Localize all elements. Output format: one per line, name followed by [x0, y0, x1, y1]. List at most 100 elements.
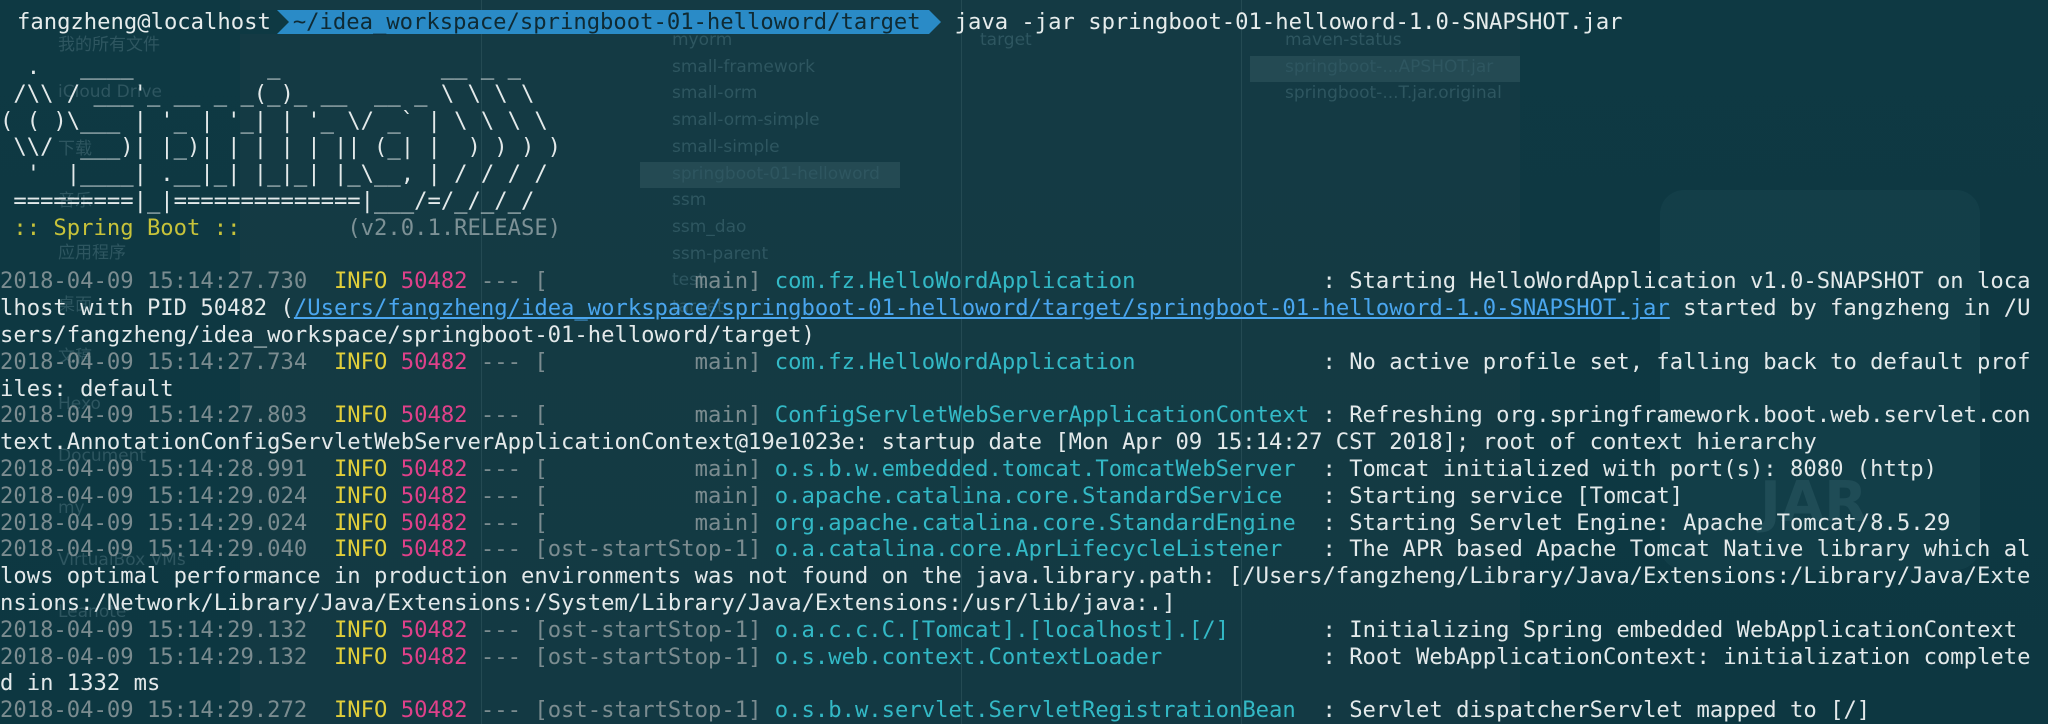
log-line-continuation: lhost with PID 50482 (/Users/fangzheng/i… — [0, 295, 2048, 322]
log-pid: 50482 — [400, 268, 468, 295]
log-line: 2018-04-09 15:14:29.040 INFO 50482 --- [… — [0, 536, 2048, 563]
banner-line: /\\ / ___'_ __ _ _(_)_ __ __ _ \ \ \ \ — [0, 80, 535, 107]
log-logger: o.a.catalina.core.AprLifecycleListener — [774, 536, 1283, 563]
log-output: 2018-04-09 15:14:27.730 INFO 50482 --- [… — [0, 268, 2048, 724]
log-timestamp: 2018-04-09 15:14:28.991 — [0, 455, 308, 482]
spring-boot-banner: . ____ _ __ _ _ /\\ / ___'_ __ _ _(_)_ _… — [0, 54, 2048, 215]
log-thread: ost-startStop-1] — [547, 643, 762, 670]
log-separator: --- [ — [467, 402, 548, 429]
log-timestamp: 2018-04-09 15:14:29.040 — [0, 536, 308, 563]
log-logger: o.s.b.w.servlet.ServletRegistrationBean — [774, 697, 1296, 724]
terminal-window[interactable]: 我的所有文件 iCloud Drive 下载 音乐 应用程序 桌面 文稿 Hexo Docume… — [0, 0, 2048, 724]
log-message-text: lows optimal performance in production e… — [0, 563, 2031, 590]
log-thread: main] — [547, 402, 762, 429]
log-thread: ost-startStop-1] — [547, 536, 762, 563]
log-pid: 50482 — [400, 643, 468, 670]
terminal-output[interactable]: . ____ _ __ _ _ /\\ / ___'_ __ _ _(_)_ _… — [0, 54, 2048, 724]
log-pid: 50482 — [400, 402, 468, 429]
log-message-text: text.AnnotationConfigServletWebServerApp… — [0, 429, 1817, 456]
log-message: : Starting HelloWordApplication v1.0-SNA… — [1322, 268, 2031, 295]
log-pid: 50482 — [400, 348, 468, 375]
log-message: : Refreshing org.springframework.boot.we… — [1322, 402, 2031, 429]
log-message: : Starting Servlet Engine: Apache Tomcat… — [1322, 509, 1951, 536]
log-level: INFO — [333, 455, 388, 482]
log-separator: --- [ — [467, 697, 548, 724]
log-timestamp: 2018-04-09 15:14:27.734 — [0, 348, 308, 375]
log-line: 2018-04-09 15:14:27.734 INFO 50482 --- [… — [0, 349, 2048, 376]
log-line-continuation: nsions:/Network/Library/Java/Extensions:… — [0, 590, 2048, 617]
log-message-text: sers/fangzheng/idea_workspace/springboot… — [0, 321, 815, 348]
log-level: INFO — [333, 509, 388, 536]
log-message: : Servlet dispatcherServlet mapped to [/… — [1322, 697, 1871, 724]
log-message: : Starting service [Tomcat] — [1322, 482, 1684, 509]
log-padding — [1296, 510, 1323, 536]
log-message: : Initializing Spring embedded WebApplic… — [1322, 616, 2018, 643]
log-separator: --- [ — [467, 482, 548, 509]
log-logger: org.apache.catalina.core.StandardEngine — [774, 509, 1296, 536]
log-level: INFO — [333, 616, 388, 643]
log-message-text: nsions:/Network/Library/Java/Extensions:… — [0, 589, 1176, 616]
log-thread: main] — [547, 268, 762, 295]
log-message: : Tomcat initialized with port(s): 8080 … — [1322, 455, 1937, 482]
log-logger: o.s.web.context.ContextLoader — [774, 643, 1163, 670]
log-pid: 50482 — [400, 536, 468, 563]
log-timestamp: 2018-04-09 15:14:29.272 — [0, 697, 308, 724]
log-separator: --- [ — [467, 509, 548, 536]
log-timestamp: 2018-04-09 15:14:27.803 — [0, 402, 308, 429]
log-logger: o.s.b.w.embedded.tomcat.TomcatWebServer — [774, 455, 1296, 482]
log-separator: --- [ — [467, 536, 548, 563]
log-line-continuation: lows optimal performance in production e… — [0, 563, 2048, 590]
log-timestamp: 2018-04-09 15:14:29.132 — [0, 643, 308, 670]
prompt-arrow-icon — [928, 10, 941, 34]
log-logger: com.fz.HelloWordApplication — [774, 268, 1136, 295]
log-padding — [1282, 483, 1322, 509]
log-padding — [1296, 456, 1323, 482]
banner-line: . ____ _ __ _ _ — [0, 54, 521, 80]
log-timestamp: 2018-04-09 15:14:27.730 — [0, 268, 308, 295]
log-line: 2018-04-09 15:14:29.024 INFO 50482 --- [… — [0, 510, 2048, 537]
log-message: : Root WebApplicationContext: initializa… — [1322, 643, 2031, 670]
log-padding — [1162, 644, 1322, 670]
log-thread: ost-startStop-1] — [547, 616, 762, 643]
log-separator: --- [ — [467, 348, 548, 375]
log-level: INFO — [333, 536, 388, 563]
log-logger: o.apache.catalina.core.StandardService — [774, 482, 1283, 509]
log-level: INFO — [333, 402, 388, 429]
log-line: 2018-04-09 15:14:29.132 INFO 50482 --- [… — [0, 644, 2048, 671]
spring-boot-version: (v2.0.1.RELEASE) — [253, 214, 562, 241]
log-thread: main] — [547, 509, 762, 536]
jar-path-link[interactable]: /Users/fangzheng/idea_workspace/springbo… — [294, 295, 1670, 321]
log-line: 2018-04-09 15:14:29.132 INFO 50482 --- [… — [0, 617, 2048, 644]
log-line-continuation: sers/fangzheng/idea_workspace/springboot… — [0, 322, 2048, 349]
log-message-text: d in 1332 ms — [0, 670, 161, 697]
log-padding — [1135, 349, 1322, 375]
log-message-text: lhost with PID 50482 ( — [0, 295, 294, 322]
prompt-user: fangzheng@localhost — [0, 10, 277, 34]
prompt-path: ~/idea_workspace/springboot-01-helloword… — [276, 10, 929, 34]
spring-boot-version-line: :: Spring Boot :: (v2.0.1.RELEASE) — [0, 215, 2048, 242]
banner-line: ' |____| .__|_| |_|_| |_\__, | / / / / — [0, 161, 548, 188]
log-timestamp: 2018-04-09 15:14:29.132 — [0, 616, 308, 643]
log-timestamp: 2018-04-09 15:14:29.024 — [0, 482, 308, 509]
log-padding — [1309, 402, 1322, 428]
log-pid: 50482 — [400, 616, 468, 643]
spring-boot-label: :: Spring Boot :: — [0, 214, 254, 241]
shell-prompt: fangzheng@localhost ~/idea_workspace/spr… — [0, 10, 1623, 34]
log-padding — [1296, 697, 1323, 723]
log-level: INFO — [333, 268, 388, 295]
log-message: : The APR based Apache Tomcat Native lib… — [1322, 536, 2031, 563]
log-level: INFO — [333, 643, 388, 670]
log-pid: 50482 — [400, 509, 468, 536]
log-level: INFO — [333, 482, 388, 509]
log-line: 2018-04-09 15:14:27.730 INFO 50482 --- [… — [0, 268, 2048, 295]
log-message-text: started by fangzheng in /U — [1669, 295, 2031, 322]
log-line-continuation: text.AnnotationConfigServletWebServerApp… — [0, 429, 2048, 456]
log-separator: --- [ — [467, 643, 548, 670]
log-line-continuation: d in 1332 ms — [0, 670, 2048, 697]
log-padding — [1282, 536, 1322, 562]
log-line: 2018-04-09 15:14:29.272 INFO 50482 --- [… — [0, 697, 2048, 724]
log-line-continuation: iles: default — [0, 376, 2048, 403]
log-thread: main] — [547, 455, 762, 482]
banner-line: ( ( )\___ | '_ | '_| | '_ \/ _` | \ \ \ … — [0, 107, 548, 134]
